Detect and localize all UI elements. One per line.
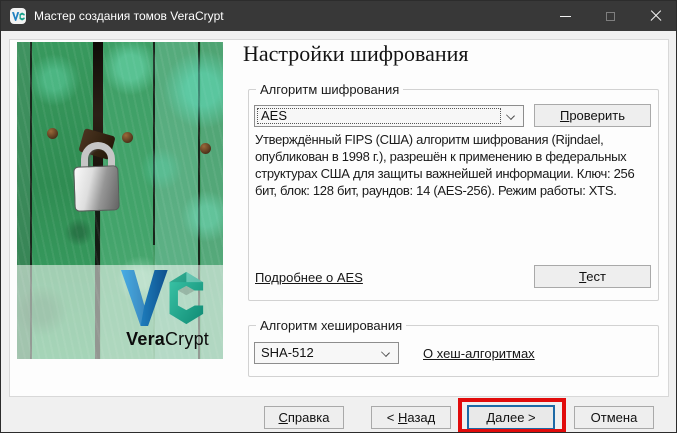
window-title: Мастер создания томов VeraCrypt xyxy=(34,1,224,31)
veracrypt-wordmark: VeraCrypt xyxy=(126,329,209,350)
verify-rest: роверить xyxy=(569,108,625,123)
test-rest: ест xyxy=(586,269,606,284)
veracrypt-wizard-window: Мастер создания томов VeraCrypt xyxy=(0,0,677,433)
hash-algorithm-select[interactable]: SHA-512 xyxy=(254,342,399,364)
veracrypt-app-icon xyxy=(10,8,26,24)
minimize-icon[interactable] xyxy=(543,1,588,31)
back-button[interactable]: < Назад xyxy=(371,406,451,429)
focus-rect xyxy=(257,108,501,124)
verify-button[interactable]: Проверить xyxy=(534,104,651,127)
door-photo: VeraCrypt xyxy=(17,42,223,359)
encryption-algorithm-select[interactable]: AES xyxy=(254,105,524,127)
back-mnemonic: Н xyxy=(398,410,407,425)
algorithm-description: Утверждённый FIPS (США) алгоритм шифрова… xyxy=(255,131,656,199)
close-icon[interactable] xyxy=(633,1,677,31)
wordmark-light: Crypt xyxy=(165,329,209,349)
maximize-icon[interactable] xyxy=(588,1,633,31)
encryption-group-label: Алгоритм шифрования xyxy=(256,82,403,97)
cancel-button[interactable]: Отмена xyxy=(574,406,654,429)
next-button[interactable]: Далее > xyxy=(467,405,555,430)
page-title: Настройки шифрования xyxy=(243,41,469,67)
titlebar: Мастер создания томов VeraCrypt xyxy=(1,1,676,31)
bolt-image xyxy=(200,143,211,154)
help-rest: правка xyxy=(288,410,330,425)
cancel-label: Отмена xyxy=(591,410,638,425)
help-mnemonic: С xyxy=(279,410,288,425)
hash-algorithm-value: SHA-512 xyxy=(261,343,314,363)
bolt-image xyxy=(47,128,58,139)
verify-mnemonic: П xyxy=(560,108,569,123)
more-about-aes-link[interactable]: Подробнее о AES xyxy=(255,270,363,285)
next-rest: алее > xyxy=(495,410,535,425)
chevron-down-icon xyxy=(381,348,390,357)
veracrypt-logo-icon xyxy=(119,270,207,326)
hash-group-label: Алгоритм хеширования xyxy=(256,318,406,333)
branding-overlay: VeraCrypt xyxy=(17,265,223,359)
help-button[interactable]: Справка xyxy=(264,406,344,429)
wordmark-bold: Vera xyxy=(126,329,165,349)
test-button[interactable]: Тест xyxy=(534,265,651,288)
back-rest: азад xyxy=(407,410,435,425)
bolt-image xyxy=(122,132,133,143)
next-mnemonic: Д xyxy=(486,410,495,425)
hash-info-link[interactable]: О хеш-алгоритмах xyxy=(423,346,535,361)
chevron-down-icon xyxy=(506,111,515,120)
padlock-image xyxy=(73,165,120,212)
back-prefix: < xyxy=(387,410,398,425)
